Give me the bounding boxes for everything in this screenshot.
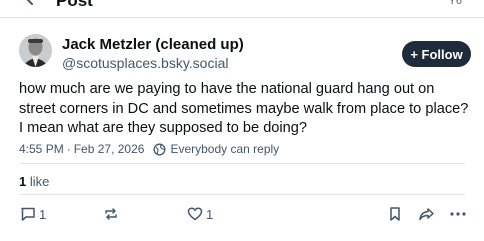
heart-icon [187,207,203,221]
likes-label: like [29,174,50,189]
header-bar: Post Y6 [0,0,484,18]
author-handle[interactable]: @scotusplaces.bsky.social [62,55,228,72]
divider [19,163,465,164]
reply-setting-link[interactable]: Everybody can reply [153,142,279,156]
likes-summary[interactable]: 1 like [19,174,49,189]
globe-icon [153,143,166,155]
back-arrow-icon[interactable] [24,0,44,7]
like-count: 1 [206,206,214,222]
avatar-portrait-icon [19,34,52,67]
post-meta: 4:55 PM · Feb 27, 2026 Everybody can rep… [19,141,279,157]
likes-count: 1 [19,174,27,189]
divider [19,194,465,195]
more-options-button[interactable] [449,206,467,222]
more-dots-icon [450,212,466,216]
like-button[interactable]: 1 [187,206,213,222]
reply-bubble-icon [21,207,35,221]
follow-button[interactable]: + Follow [402,41,471,67]
reply-count: 1 [39,206,47,222]
reply-button[interactable]: 1 [20,206,46,222]
repost-button[interactable] [103,206,119,222]
post-text: how much are we paying to have the natio… [19,81,469,136]
header-right-text: Y6 [448,0,462,7]
header-title: Post [56,0,93,10]
author-name[interactable]: Jack Metzler (cleaned up) [62,36,244,54]
post-date[interactable]: Feb 27, 2026 [74,142,145,156]
share-arrow-icon [419,208,434,221]
repost-icon [105,208,117,220]
post-screen: Post Y6 Jack Metzler (cleaned up) @scotu… [0,0,484,241]
post-time[interactable]: 4:55 PM [19,142,64,156]
bookmark-icon [390,207,400,221]
bookmark-button[interactable] [387,206,403,222]
reply-setting-label: Everybody can reply [170,142,280,156]
avatar[interactable] [19,34,52,67]
meta-separator: · [66,142,71,156]
share-button[interactable] [418,206,435,222]
